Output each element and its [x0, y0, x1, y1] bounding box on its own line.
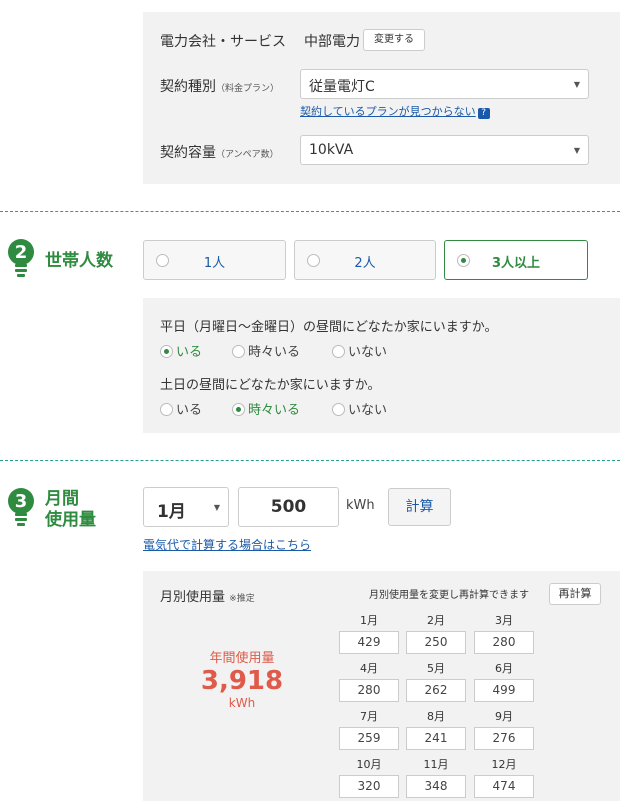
weekday-option-yes[interactable]: いる	[160, 341, 202, 360]
month-label: 12月	[491, 758, 517, 771]
usage-title-line1: 月間	[45, 489, 79, 509]
household-option-3[interactable]: 3人以上	[444, 240, 588, 280]
month-label: 5月	[427, 662, 445, 675]
section-divider	[0, 460, 620, 461]
plan-label: 契約種別（料金プラン）	[160, 76, 279, 96]
month-usage-input[interactable]: 250	[406, 631, 466, 654]
plan-select-value: 従量電灯C	[309, 79, 375, 95]
company-value: 中部電力	[304, 34, 360, 50]
usage-title-line2: 使用量	[45, 510, 96, 530]
usage-title: 月間 使用量	[45, 489, 96, 531]
radio-icon	[160, 403, 173, 416]
option-label: いる	[176, 403, 203, 418]
chevron-down-icon: ▼	[573, 146, 580, 155]
weekend-option-sometimes[interactable]: 時々いる	[232, 399, 300, 418]
month-label: 9月	[495, 710, 513, 723]
recalc-text: 月別使用量を変更し再計算できます	[369, 590, 529, 601]
month-label: 10月	[356, 758, 382, 771]
month-usage-input[interactable]: 429	[339, 631, 399, 654]
household-option-label: 1人	[203, 256, 226, 271]
radio-icon	[332, 403, 345, 416]
capacity-label: 契約容量（アンペア数）	[160, 142, 279, 162]
month-usage-input[interactable]: 276	[474, 727, 534, 750]
annual-label: 年間使用量	[209, 651, 275, 666]
month-select[interactable]: 1月 ▼	[143, 487, 229, 527]
option-label: いる	[176, 345, 203, 360]
radio-icon	[160, 345, 173, 358]
month-select-value: 1月	[157, 502, 186, 522]
household-option-1[interactable]: 1人	[143, 240, 286, 280]
capacity-select-value: 10kVA	[309, 142, 354, 158]
capacity-select[interactable]: 10kVA ▼	[300, 135, 589, 165]
capacity-label-text: 契約容量	[160, 145, 216, 161]
weekday-option-no[interactable]: いない	[332, 341, 387, 360]
section-divider	[0, 211, 620, 212]
plan-not-found-link[interactable]: 契約しているプランが見つからない?	[300, 103, 490, 119]
month-usage-input[interactable]: 348	[406, 775, 466, 798]
month-usage-input[interactable]: 241	[406, 727, 466, 750]
weekday-question: 平日（月曜日〜金曜日）の昼間にどなたか家にいますか。	[160, 320, 498, 335]
household-option-label: 2人	[354, 256, 376, 271]
option-label: 時々いる	[248, 403, 301, 418]
month-label: 2月	[427, 614, 445, 627]
chevron-down-icon: ▼	[573, 80, 580, 89]
annual-unit: kWh	[228, 696, 256, 710]
household-option-label: 3人以上	[491, 256, 541, 271]
annual-usage: 年間使用量 3,918 kWh	[190, 647, 294, 710]
plan-label-note: （料金プラン）	[216, 84, 280, 94]
recalculate-button[interactable]: 再計算	[549, 583, 601, 605]
weekend-option-yes[interactable]: いる	[160, 399, 202, 418]
option-label: いない	[348, 345, 388, 360]
change-company-button[interactable]: 変更する	[363, 29, 425, 51]
month-label: 6月	[495, 662, 513, 675]
capacity-label-note: （アンペア数）	[216, 150, 279, 160]
month-usage-input[interactable]: 280	[339, 679, 399, 702]
month-usage-input[interactable]: 474	[474, 775, 534, 798]
plan-not-found-text: 契約しているプランが見つからない	[300, 105, 476, 118]
month-usage-input[interactable]: 262	[406, 679, 466, 702]
annual-value: 3,918	[200, 666, 284, 696]
month-label: 11月	[423, 758, 449, 771]
month-usage-input[interactable]: 280	[474, 631, 534, 654]
kwh-input-value: 500	[270, 497, 307, 517]
step-3-number: 3	[15, 491, 28, 512]
company-label: 電力会社・サービス	[160, 34, 286, 50]
month-label: 4月	[360, 662, 378, 675]
monthly-note: ※推定	[229, 594, 255, 604]
plan-select[interactable]: 従量電灯C ▼	[300, 69, 589, 99]
month-label: 8月	[427, 710, 445, 723]
lightbulb-step-2-icon: 2	[8, 239, 34, 277]
month-label: 3月	[495, 614, 513, 627]
household-option-2[interactable]: 2人	[294, 240, 436, 280]
month-label: 7月	[360, 710, 378, 723]
month-usage-input[interactable]: 259	[339, 727, 399, 750]
calculate-button[interactable]: 計算	[388, 488, 451, 526]
monthly-title-text: 月別使用量	[160, 590, 226, 605]
kwh-unit: kWh	[346, 498, 375, 513]
month-usage-input[interactable]: 499	[474, 679, 534, 702]
plan-label-text: 契約種別	[160, 79, 216, 95]
option-label: 時々いる	[248, 345, 301, 360]
radio-icon	[232, 403, 245, 416]
weekday-option-sometimes[interactable]: 時々いる	[232, 341, 300, 360]
month-label: 1月	[360, 614, 378, 627]
weekend-option-no[interactable]: いない	[332, 399, 387, 418]
bill-calc-link[interactable]: 電気代で計算する場合はこちら	[143, 536, 311, 553]
lightbulb-step-3-icon: 3	[8, 488, 34, 526]
help-icon[interactable]: ?	[477, 108, 490, 119]
step-2-number: 2	[15, 242, 28, 263]
monthly-title: 月別使用量 ※推定	[160, 586, 255, 605]
month-usage-input[interactable]: 320	[339, 775, 399, 798]
radio-icon	[232, 345, 245, 358]
household-title: 世帯人数	[45, 251, 113, 271]
chevron-down-icon: ▼	[213, 503, 220, 512]
option-label: いない	[348, 403, 388, 418]
weekend-question: 土日の昼間にどなたか家にいますか。	[160, 378, 381, 393]
radio-icon	[332, 345, 345, 358]
kwh-input[interactable]: 500	[238, 487, 339, 527]
